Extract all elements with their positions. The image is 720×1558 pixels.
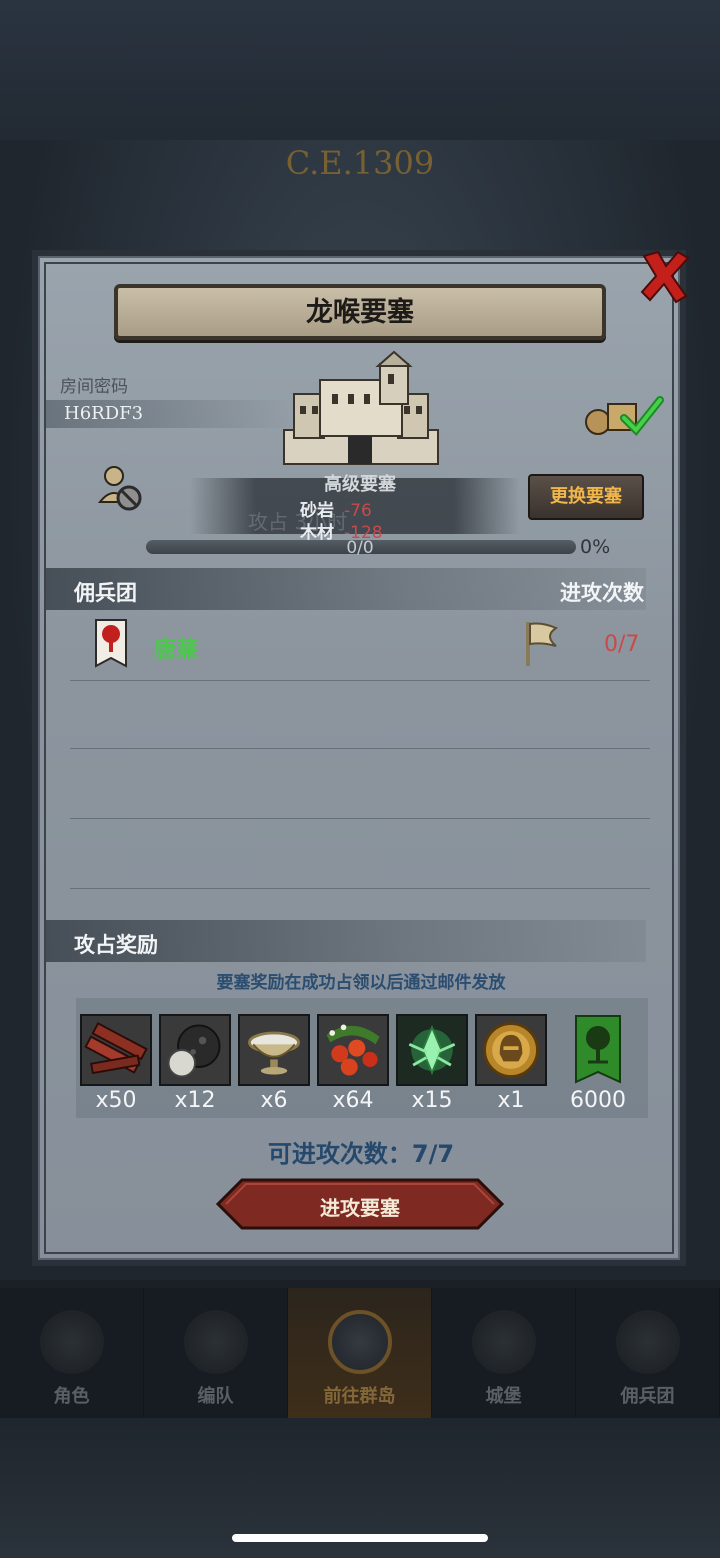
reward-wood[interactable] xyxy=(80,1014,152,1086)
change-fortress-button[interactable]: 更换要塞 xyxy=(528,474,644,520)
stone-ore-icon xyxy=(161,1016,229,1084)
bowl-icon xyxy=(240,1016,308,1084)
green-crystal-icon xyxy=(398,1016,466,1084)
close-icon[interactable] xyxy=(638,248,690,304)
no-players-icon[interactable] xyxy=(98,464,144,512)
wood-planks-icon xyxy=(82,1016,150,1084)
knight-icon xyxy=(39,1310,104,1374)
flag-icon xyxy=(526,622,558,666)
reward-section-title: 攻占奖励 xyxy=(74,933,158,957)
room-code-label: 房间密码 xyxy=(60,377,128,397)
berries-icon xyxy=(319,1016,387,1084)
reward-note: 要塞奖励在成功占领以后通过邮件发放 xyxy=(216,973,506,993)
reward-qty: x12 xyxy=(174,1088,216,1113)
tree-banner-icon xyxy=(575,1015,621,1084)
reward-qty: 6000 xyxy=(570,1088,626,1113)
fortress-title: 龙喉要塞 xyxy=(306,297,414,328)
attack-fortress-button[interactable] xyxy=(216,1178,504,1230)
reward-banner[interactable] xyxy=(562,1014,634,1086)
reward-bowl[interactable] xyxy=(238,1014,310,1086)
nav-item-label: 前往群岛 xyxy=(323,1386,396,1407)
nav-item-label: 佣兵团 xyxy=(620,1386,675,1407)
reward-medal[interactable] xyxy=(475,1014,547,1086)
nav-item-mercenary[interactable]: 佣兵团 xyxy=(576,1288,720,1418)
nav-item-castle[interactable]: 城堡 xyxy=(432,1288,576,1418)
reward-crystal[interactable] xyxy=(396,1014,468,1086)
mercenary-section-title: 佣兵团 xyxy=(74,581,137,605)
attack-count-header: 进攻次数 xyxy=(560,581,644,605)
top-background xyxy=(0,0,720,140)
nav-item-label: 城堡 xyxy=(485,1386,522,1407)
red-tree-banner-icon xyxy=(95,619,127,668)
nav-item-label: 编队 xyxy=(197,1386,234,1407)
reward-qty: x50 xyxy=(95,1088,137,1113)
reward-qty: x64 xyxy=(332,1088,374,1113)
reward-qty: x15 xyxy=(411,1088,453,1113)
reward-qty: x1 xyxy=(497,1088,525,1113)
mercenary-name: 唐蒹 xyxy=(154,638,199,663)
nav-item-label: 角色 xyxy=(53,1386,90,1407)
resource-bags-check-icon[interactable] xyxy=(584,390,664,440)
progress-percent: 0% xyxy=(580,536,611,558)
nav-item-formation[interactable]: 编队 xyxy=(144,1288,288,1418)
progress-count: 0/0 xyxy=(346,538,374,558)
mercenary-attack-count: 0/7 xyxy=(604,632,640,657)
attacks-remaining: 可进攻次数：7/7 xyxy=(267,1140,455,1168)
nav-item-islands[interactable]: 前往群岛 xyxy=(288,1288,432,1418)
row-divider xyxy=(70,680,650,681)
row-divider xyxy=(70,748,650,749)
castle-icon xyxy=(471,1310,536,1374)
era-label: C.E.1309 xyxy=(285,144,435,182)
row-divider xyxy=(70,818,650,819)
compass-icon xyxy=(327,1310,392,1374)
nav-item-character[interactable]: 角色 xyxy=(0,1288,144,1418)
room-code-value[interactable]: H6RDF3 xyxy=(64,403,143,424)
helmet-medal-icon xyxy=(477,1016,545,1084)
home-indicator[interactable] xyxy=(232,1534,488,1542)
armor-icon xyxy=(183,1310,248,1374)
ship-icon xyxy=(615,1310,680,1374)
reward-stone[interactable] xyxy=(159,1014,231,1086)
fortress-level: 高级要塞 xyxy=(324,474,396,495)
row-divider xyxy=(70,888,650,889)
fortress-castle-icon xyxy=(283,350,439,465)
mercenary-row[interactable] xyxy=(60,612,650,680)
reward-berries[interactable] xyxy=(317,1014,389,1086)
reward-qty: x6 xyxy=(260,1088,288,1113)
bottom-nav: 角色 编队 前往群岛 城堡 佣兵团 xyxy=(0,1288,720,1418)
